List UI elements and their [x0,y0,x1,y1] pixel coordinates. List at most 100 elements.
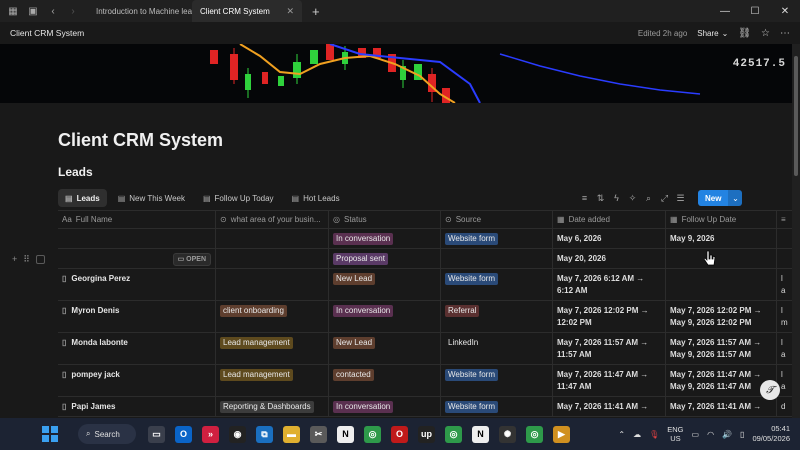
sidebar-toggle-icon[interactable]: ▦ [6,4,20,18]
taskbar-search[interactable]: ⌕ Search [78,424,136,444]
close-window-icon[interactable]: ✕ [770,0,800,22]
new-button[interactable]: New ⌄ [698,190,743,206]
cell-area[interactable]: Lead management [216,333,329,364]
column-source[interactable]: ⊙ Source [441,210,553,229]
cell-status[interactable]: In conversation [329,229,441,248]
media-player-icon[interactable]: ▶ [553,425,570,443]
volume-icon[interactable]: 🔊 [722,430,732,439]
forward-icon[interactable]: › [66,4,80,18]
cell-follow-up[interactable] [666,269,777,300]
chrome-alt-icon[interactable]: ◎ [526,425,543,443]
ai-icon[interactable]: ✧ [628,193,637,204]
notion-app-icon[interactable]: ▣ [26,4,40,18]
vscode-icon[interactable]: ⧉ [256,425,273,443]
back-icon[interactable]: ‹ [46,4,60,18]
cell-name[interactable]: ▯ Georgina Perez [58,269,216,300]
page-scrollbar[interactable] [792,44,800,418]
column-date-added[interactable]: ▦ Date added [553,210,666,229]
row-handle[interactable]: + ⠿ [12,254,45,265]
battery-icon[interactable]: ▯ [740,430,744,439]
chrome-profile-icon[interactable]: ◎ [445,425,462,443]
cell-area[interactable] [216,229,329,248]
file-explorer-icon[interactable]: ▬ [283,425,300,443]
cell-area[interactable] [216,269,329,300]
cell-status[interactable]: In conversation [329,397,441,416]
cell-status[interactable]: contacted [329,365,441,396]
onedrive-icon[interactable]: ☁ [633,430,641,439]
star-icon[interactable]: ☆ [761,28,770,39]
table-row[interactable]: ▯ pompey jack Lead management contacted W… [58,365,792,397]
close-tab-icon[interactable]: ✕ [286,6,294,17]
snipping-tool-icon[interactable]: ✂ [310,425,327,443]
cell-date-added[interactable]: May 7, 2026 11:47 AM → 11:47 AM [553,365,666,396]
display-icon[interactable]: ▭ [692,430,700,439]
view-tab-leads[interactable]: ▤ Leads [58,189,107,207]
outlook-icon[interactable]: O [175,425,192,443]
cell-status[interactable]: New Lead [329,269,441,300]
anydesk-icon[interactable]: » [202,425,219,443]
page-title[interactable]: Client CRM System [58,130,223,151]
drag-handle-icon[interactable]: ⠿ [23,254,30,265]
notion-icon[interactable]: N [337,425,354,443]
new-button-label[interactable]: New [698,190,729,206]
minimize-icon[interactable]: — [710,0,740,22]
cell-follow-up[interactable]: May 7, 2026 11:41 AM → [666,397,777,416]
upwork-icon[interactable]: up [418,425,435,443]
more-columns-icon[interactable]: ≡ [777,210,792,229]
language-indicator[interactable]: ENG US [667,425,683,443]
sort-icon[interactable]: ⇅ [596,193,605,204]
cell-name[interactable]: ▯ Myron Denis [58,301,216,332]
windows-start-icon[interactable] [42,426,58,442]
cell-source[interactable]: Referral [441,301,553,332]
add-row-icon[interactable]: + [12,254,17,265]
cell-follow-up[interactable]: May 7, 2026 11:57 AM → May 9, 2026 11:57… [666,333,777,364]
database-title[interactable]: Leads [58,165,93,179]
ai-assistant-button[interactable]: 𝓣 [760,380,780,400]
link-icon[interactable]: ⛓ [738,28,751,39]
table-row[interactable]: In conversation Website form May 6, 2026… [58,229,792,249]
settings-icon[interactable]: ☰ [676,193,685,204]
share-button[interactable]: Share ⌄ [697,29,728,38]
chatgpt-icon[interactable]: ✺ [499,425,516,443]
cell-source[interactable]: Website form [441,365,553,396]
cell-follow-up[interactable]: May 9, 2026 [666,229,777,248]
column-follow-up-date[interactable]: ▦ Follow Up Date [666,210,777,229]
expand-icon[interactable]: ⤢ [660,193,669,204]
cell-status[interactable]: Proposal sent [329,249,441,268]
cell-name[interactable]: ▯ pompey jack [58,365,216,396]
cell-date-added[interactable]: May 7, 2026 11:57 AM → 11:57 AM [553,333,666,364]
cell-follow-up[interactable] [666,249,777,268]
breadcrumb[interactable]: Client CRM System [10,28,84,38]
column-business-area[interactable]: ⊙ what area of your busin... [216,210,329,229]
table-row[interactable]: ▯ Monda labonte Lead management New Lead … [58,333,792,365]
chevron-down-icon[interactable]: ⌄ [728,190,743,206]
automation-icon[interactable]: ϟ [612,193,621,203]
chrome-icon[interactable]: ◎ [364,425,381,443]
cell-date-added[interactable]: May 20, 2026 [553,249,666,268]
row-checkbox[interactable] [35,255,45,264]
cell-follow-up[interactable]: May 7, 2026 12:02 PM → May 9, 2026 12:02… [666,301,777,332]
task-view-icon[interactable]: ▭ [148,425,165,443]
cell-name[interactable]: ▯ Monda labonte [58,333,216,364]
table-row[interactable]: ▯ Papi James Reporting & Dashboards In co… [58,397,792,417]
column-status[interactable]: ◎ Status [329,210,441,229]
tab-client-crm[interactable]: Client CRM System ✕ [192,0,302,22]
cell-source[interactable]: Website form [441,397,553,416]
cell-source[interactable]: Website form [441,269,553,300]
tab-introduction-machine-learning[interactable]: Introduction to Machine lea [88,0,192,22]
cell-date-added[interactable]: May 7, 2026 6:12 AM → 6:12 AM [553,269,666,300]
microphone-icon[interactable]: 🎙 [649,430,659,439]
cell-area[interactable]: client onboarding [216,301,329,332]
cell-area[interactable] [216,249,329,268]
cell-name[interactable]: ▯ Papi James [58,397,216,416]
table-row[interactable]: ▯ Myron Denis client onboarding In conver… [58,301,792,333]
cell-area[interactable]: Reporting & Dashboards [216,397,329,416]
cell-status[interactable]: New Lead [329,333,441,364]
view-tab-new-this-week[interactable]: ▤ New This Week [111,189,192,207]
view-tab-follow-up-today[interactable]: ▤ Follow Up Today [196,189,281,207]
view-tab-hot-leads[interactable]: ▤ Hot Leads [285,189,347,207]
cell-area[interactable]: Lead management [216,365,329,396]
wifi-icon[interactable]: ◠ [707,430,714,439]
cell-source[interactable]: Website form [441,229,553,248]
opera-icon[interactable]: O [391,425,408,443]
